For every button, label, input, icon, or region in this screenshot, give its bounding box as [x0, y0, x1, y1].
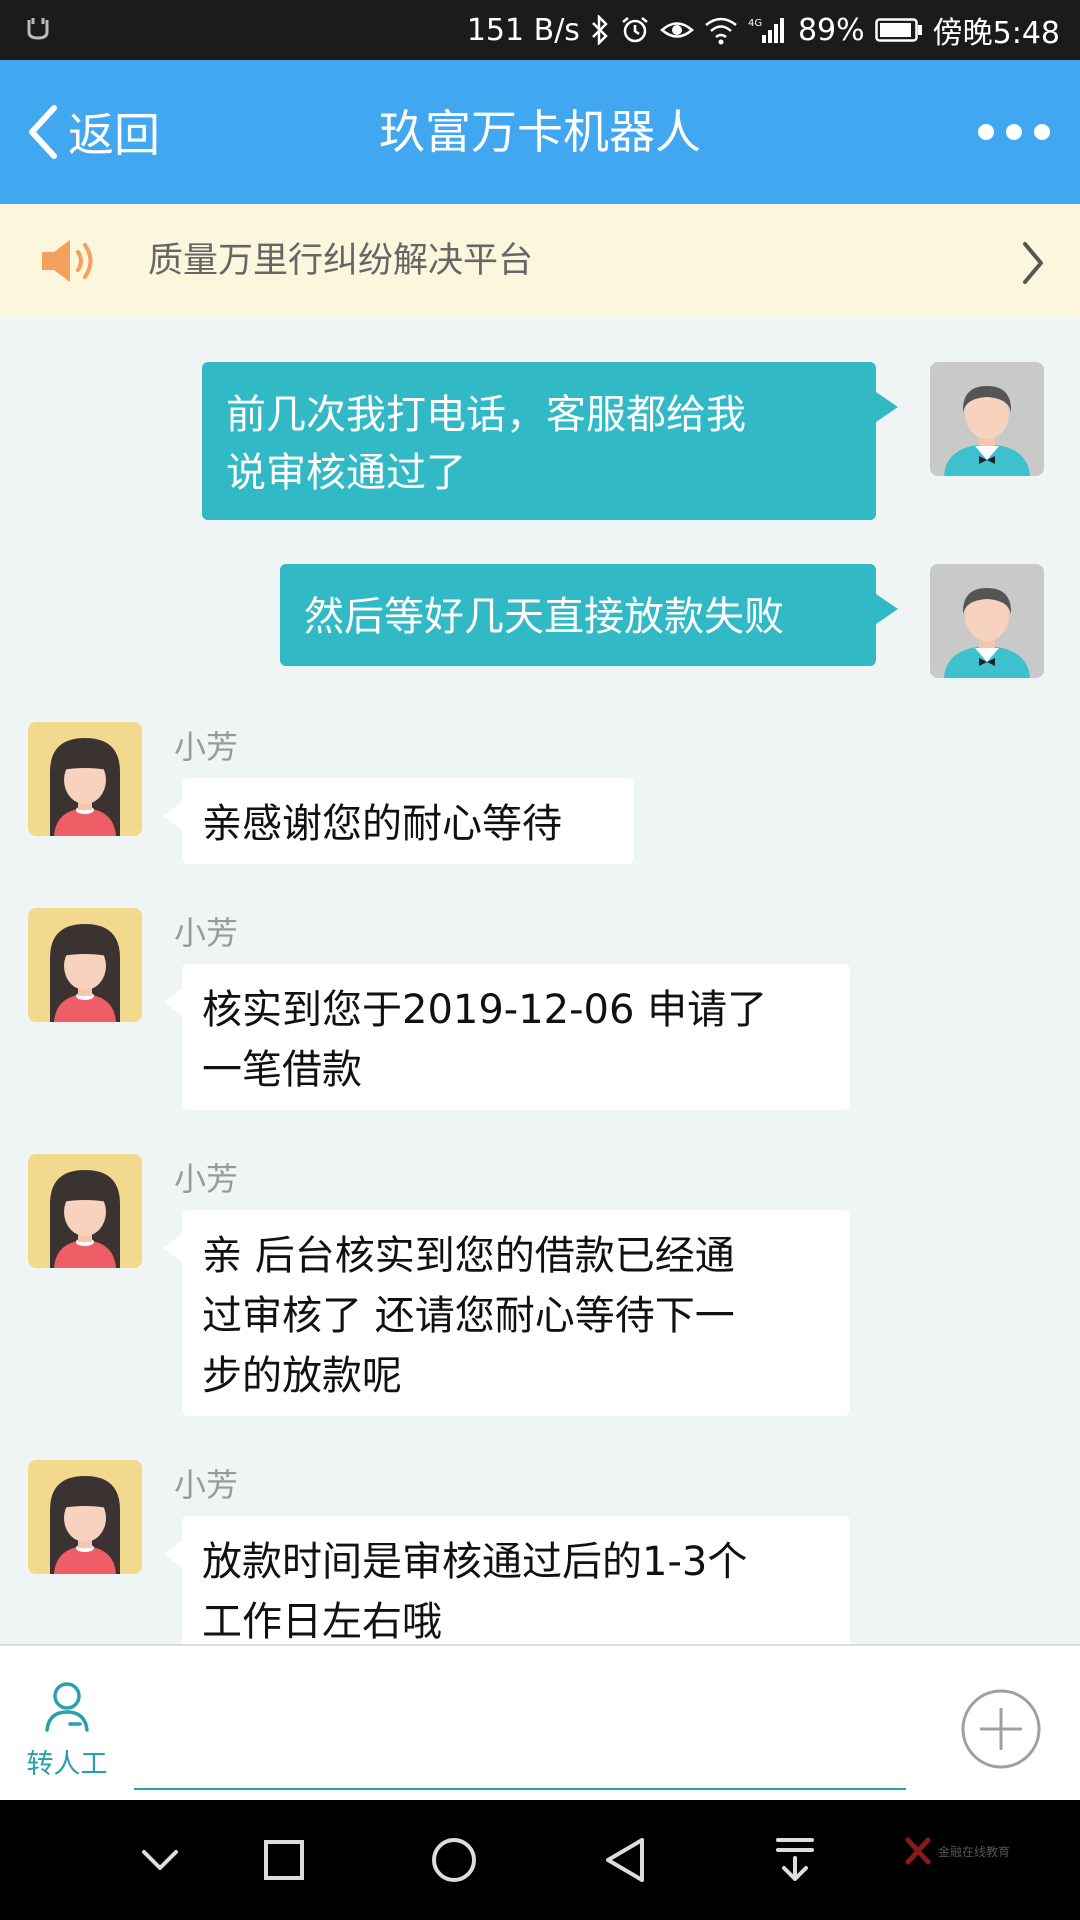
- incoming-message[interactable]: 亲 后台核实到您的借款已经通 过审核了 还请您耐心等待下一 步的放款呢: [164, 1210, 850, 1416]
- message-line: 过审核了 还请您耐心等待下一: [202, 1293, 735, 1339]
- message-line: 亲感谢您的耐心等待: [202, 801, 562, 847]
- message-line: 说审核通过了: [226, 450, 466, 496]
- female-avatar-icon: [28, 1460, 142, 1574]
- status-bar: 151 B/s 4G 89% 傍晚5:48: [0, 0, 1080, 60]
- bluetooth-icon: [592, 15, 608, 45]
- female-avatar-icon: [28, 908, 142, 1022]
- recent-apps-icon[interactable]: [262, 1838, 306, 1882]
- home-icon[interactable]: [430, 1836, 478, 1884]
- sender-name: 小芳: [174, 1466, 239, 1504]
- incoming-message[interactable]: 放款时间是审核通过后的1-3个 工作日左右哦: [164, 1516, 850, 1644]
- signal-4g-icon: 4G: [748, 18, 784, 43]
- agent-avatar[interactable]: [28, 908, 142, 1022]
- announcement-banner[interactable]: 质量万里行纠纷解决平台: [0, 204, 1080, 318]
- outgoing-message[interactable]: 前几次我打电话，客服都给我 说审核通过了: [202, 362, 898, 520]
- message-line: 亲 后台核实到您的借款已经通: [202, 1233, 735, 1279]
- speaker-icon: [42, 240, 93, 282]
- svg-text:4G: 4G: [748, 18, 762, 29]
- sender-name: 小芳: [174, 914, 239, 952]
- page-title: 玖富万卡机器人: [379, 105, 701, 159]
- transfer-to-agent-label: 转人工: [26, 1749, 108, 1780]
- male-avatar-icon: [930, 362, 1044, 476]
- more-options-button[interactable]: [978, 116, 1050, 148]
- chevron-right-icon: [1023, 242, 1043, 284]
- chat-area: 前几次我打电话，客服都给我 说审核通过了 然后等好几天直接放款失败 小芳 亲感谢…: [0, 318, 1080, 1644]
- message-line: 一笔借款: [202, 1047, 362, 1093]
- alarm-icon: [622, 17, 648, 43]
- female-avatar-icon: [28, 1154, 142, 1268]
- person-icon: [45, 1682, 89, 1732]
- female-avatar-icon: [28, 722, 142, 836]
- back-label: 返回: [68, 108, 160, 162]
- logo-icon: [905, 1837, 931, 1865]
- wifi-icon: [705, 17, 737, 45]
- announcement-text: 质量万里行纠纷解决平台: [148, 241, 534, 281]
- sender-name: 小芳: [174, 728, 239, 766]
- back-icon[interactable]: [602, 1836, 648, 1884]
- user-avatar[interactable]: [930, 564, 1044, 678]
- battery-percent: 89%: [797, 12, 865, 48]
- message-line: 放款时间是审核通过后的1-3个: [202, 1539, 748, 1585]
- eye-icon: [660, 22, 694, 38]
- message-input[interactable]: [134, 1788, 906, 1790]
- network-speed: 151 B/s: [466, 12, 580, 48]
- clock: 傍晚5:48: [932, 16, 1060, 51]
- sender-name: 小芳: [174, 1160, 239, 1198]
- status-indicators: 151 B/s 4G 89% 傍晚5:48: [467, 0, 1060, 60]
- chevron-left-icon: [29, 105, 57, 159]
- chevron-down-icon[interactable]: [138, 1842, 182, 1878]
- outgoing-message[interactable]: 然后等好几天直接放款失败: [280, 564, 898, 666]
- dot-icon: [1006, 124, 1022, 140]
- back-button[interactable]: 返回: [22, 96, 160, 168]
- message-line: 前几次我打电话，客服都给我: [226, 392, 746, 438]
- incoming-message[interactable]: 核实到您于2019-12-06 申请了 一笔借款: [164, 964, 850, 1110]
- notification-pull-down-icon[interactable]: [772, 1834, 818, 1884]
- user-avatar[interactable]: [930, 362, 1044, 476]
- input-bar: 转人工: [0, 1644, 1080, 1802]
- watermark: 金融在线教育: [904, 1836, 1010, 1866]
- dot-icon: [978, 124, 994, 140]
- message-line: 然后等好几天直接放款失败: [304, 594, 784, 640]
- message-line: 工作日左右哦: [202, 1599, 442, 1644]
- agent-avatar[interactable]: [28, 1460, 142, 1574]
- male-avatar-icon: [930, 564, 1044, 678]
- dot-icon: [1034, 124, 1050, 140]
- incoming-message[interactable]: 亲感谢您的耐心等待: [164, 778, 634, 864]
- watermark-text: 金融在线教育: [938, 1844, 1011, 1859]
- add-icon[interactable]: [960, 1688, 1042, 1770]
- agent-avatar[interactable]: [28, 722, 142, 836]
- transfer-to-agent-button[interactable]: 转人工: [22, 1680, 112, 1780]
- message-line: 核实到您于2019-12-06 申请了: [202, 987, 768, 1033]
- title-bar: 玖富万卡机器人 返回: [0, 60, 1080, 204]
- battery-icon: [874, 18, 922, 42]
- agent-avatar[interactable]: [28, 1154, 142, 1268]
- message-line: 步的放款呢: [202, 1353, 402, 1399]
- notification-icon: [27, 18, 49, 40]
